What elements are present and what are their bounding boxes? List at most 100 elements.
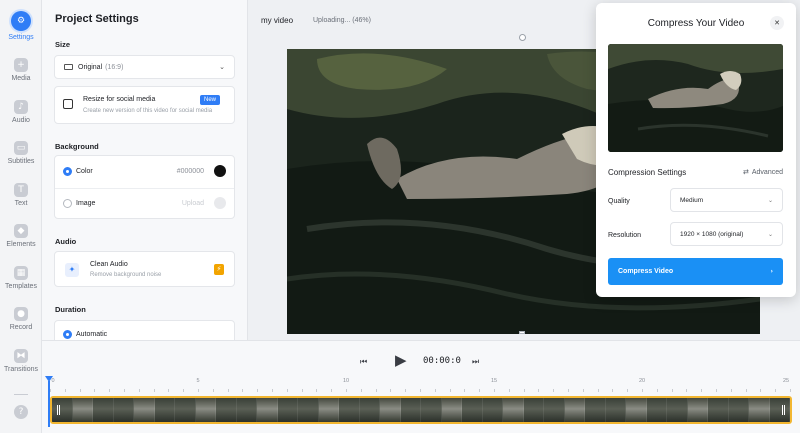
resolution-label: Resolution: [608, 232, 642, 239]
sidebar-item-label: Templates: [5, 283, 37, 290]
ruler-tick: [360, 389, 362, 392]
clip-trim-handle-right[interactable]: [782, 405, 785, 415]
ruler-tick: [153, 389, 155, 392]
clip-frame-thumbnail: [400, 398, 421, 422]
color-option-label: Color: [76, 168, 93, 175]
clip-frame-thumbnail: [277, 398, 298, 422]
clip-frame-thumbnail: [421, 398, 442, 422]
color-radio[interactable]: [63, 167, 72, 176]
sidebar-item-transitions[interactable]: ⧓ Transitions: [0, 349, 42, 373]
duration-options: Automatic: [54, 320, 235, 340]
clip-frame-thumbnail: [175, 398, 196, 422]
ruler-label: 25: [782, 378, 790, 384]
video-track-clip[interactable]: [50, 396, 792, 424]
sidebar-item-media[interactable]: + Media: [0, 58, 42, 82]
resize-social-card[interactable]: Resize for social media Create new versi…: [54, 86, 235, 124]
chevron-down-icon: ⌄: [767, 230, 773, 238]
ruler-tick: [94, 389, 96, 392]
sidebar-item-subtitles[interactable]: ▭ Subtitles: [0, 141, 42, 165]
clip-frame-thumbnail: [605, 398, 626, 422]
rotate-handle[interactable]: [519, 34, 526, 41]
chevron-right-icon: ›: [770, 268, 773, 275]
clip-frame-thumbnail: [93, 398, 114, 422]
sidebar-item-templates[interactable]: ▦ Templates: [0, 266, 42, 290]
clip-frame-thumbnail: [380, 398, 401, 422]
image-upload[interactable]: Upload: [182, 200, 204, 207]
ruler-tick: [790, 389, 791, 392]
sidebar-item-record[interactable]: ● Record: [0, 307, 42, 331]
help-icon[interactable]: ?: [14, 405, 28, 419]
clip-frame-thumbnail: [113, 398, 134, 422]
background-section-label: Background: [55, 142, 99, 151]
ruler-tick: [656, 389, 658, 392]
clip-frame-thumbnail: [236, 398, 257, 422]
ruler-tick: [642, 389, 643, 392]
clip-frame-thumbnail: [134, 398, 155, 422]
new-badge: New: [199, 95, 220, 105]
compress-video-modal: Compress Your Video ✕ Compression Settin…: [596, 3, 796, 297]
sidebar-item-label: Media: [11, 75, 31, 82]
resize-icon: [63, 99, 73, 109]
divider: [55, 188, 234, 189]
ruler-tick: [701, 389, 703, 392]
rewind-icon[interactable]: ⏮: [360, 357, 367, 367]
ruler-tick: [227, 389, 229, 392]
clip-frame-thumbnail: [52, 398, 73, 422]
sidebar-item-settings[interactable]: ⚙ Settings: [0, 11, 42, 41]
clip-frame-thumbnail: [359, 398, 380, 422]
size-select[interactable]: Original (16:9) ⌄: [54, 55, 235, 79]
resize-handle-bottom[interactable]: [519, 331, 525, 334]
ruler-tick: [760, 389, 762, 392]
panel-title: Project Settings: [55, 13, 139, 25]
quality-select[interactable]: Medium ⌄: [670, 188, 783, 212]
ruler-tick: [79, 389, 81, 392]
ruler-tick: [198, 389, 199, 392]
resolution-select[interactable]: 1920 × 1080 (original) ⌄: [670, 222, 783, 246]
clip-frame-thumbnail: [462, 398, 483, 422]
clip-trim-handle-left[interactable]: [57, 405, 60, 415]
ruler-tick: [538, 389, 540, 392]
clip-frame-thumbnail: [749, 398, 770, 422]
color-value: #000000: [176, 168, 204, 175]
compress-button-label: Compress Video: [618, 268, 674, 275]
automatic-radio[interactable]: [63, 330, 72, 339]
clip-frame-thumbnail: [154, 398, 175, 422]
fast-forward-icon[interactable]: ⏭: [472, 357, 479, 367]
sidebar-item-text[interactable]: T Text: [0, 183, 42, 207]
clip-frame-thumbnail: [564, 398, 585, 422]
templates-icon: ▦: [14, 266, 28, 280]
sidebar-item-label: Audio: [12, 117, 30, 124]
ruler-tick: [138, 389, 140, 392]
clip-frame-thumbnail: [482, 398, 503, 422]
ruler-tick: [331, 389, 333, 392]
swap-icon: ⇄: [742, 168, 749, 176]
lightning-icon: ⚡: [214, 264, 224, 275]
clip-frame-thumbnail: [626, 398, 647, 422]
compression-settings-title: Compression Settings: [608, 168, 687, 177]
advanced-toggle[interactable]: ⇄ Advanced: [743, 168, 783, 176]
clip-frame-thumbnail: [339, 398, 360, 422]
ruler-tick: [405, 389, 407, 392]
sidebar-item-label: Subtitles: [7, 158, 35, 165]
image-radio[interactable]: [63, 199, 72, 208]
color-swatch[interactable]: [214, 165, 226, 177]
compress-video-button[interactable]: Compress Video ›: [608, 258, 783, 285]
image-option-label: Image: [76, 200, 96, 207]
sidebar-item-label: Settings: [8, 34, 34, 41]
music-note-icon: ♪: [14, 100, 28, 114]
sidebar-item-label: Record: [9, 324, 33, 331]
close-icon[interactable]: ✕: [770, 16, 784, 30]
image-swatch: [214, 197, 226, 209]
ruler-tick: [64, 389, 66, 392]
clean-audio-card[interactable]: ✦ Clean Audio Remove background noise ⚡: [54, 251, 235, 287]
play-icon[interactable]: ▶: [395, 351, 407, 369]
timeline-ruler[interactable]: 0 5 10 15 20 25: [50, 378, 791, 392]
ruler-tick: [775, 389, 777, 392]
project-name[interactable]: my video: [261, 16, 293, 25]
sidebar-item-elements[interactable]: ◆ Elements: [0, 224, 42, 248]
ruler-tick: [390, 389, 392, 392]
sidebar-item-audio[interactable]: ♪ Audio: [0, 100, 42, 124]
clip-frame-thumbnail: [585, 398, 606, 422]
ruler-tick: [568, 389, 569, 392]
ruler-label: 20: [638, 378, 646, 384]
